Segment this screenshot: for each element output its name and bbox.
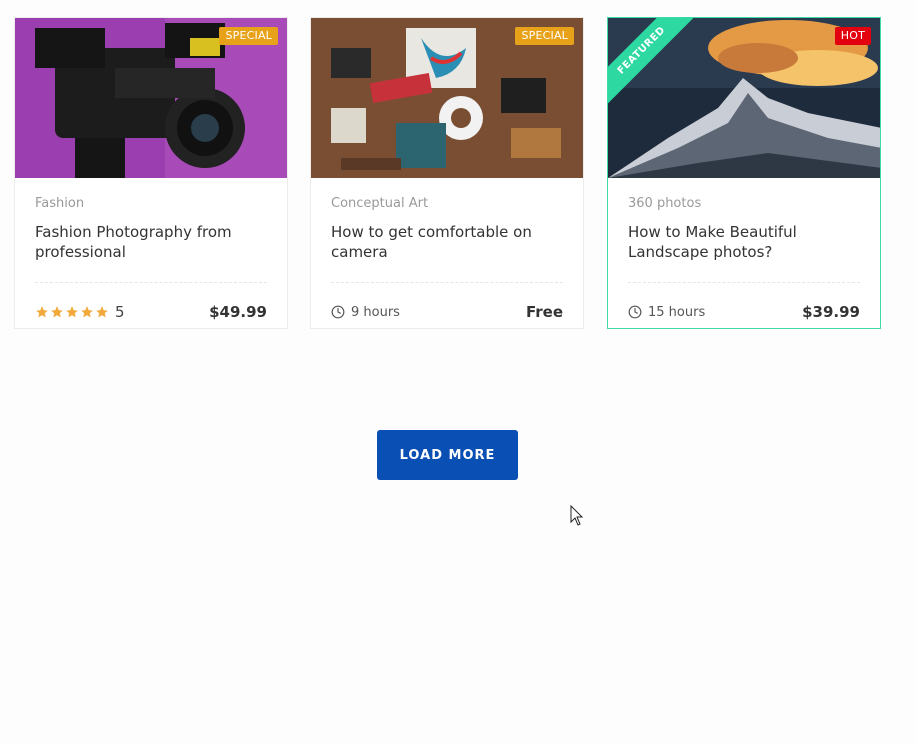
clock-icon (331, 305, 345, 319)
course-card-fashion[interactable]: SPECIAL Fashion Fashion Photography from… (14, 17, 288, 329)
hot-badge: HOT (834, 27, 871, 45)
duration-text: 9 hours (351, 304, 400, 320)
rating-value: 5 (115, 303, 125, 321)
course-thumbnail[interactable]: SPECIAL (15, 18, 287, 178)
star-icon (36, 306, 48, 318)
load-more-button[interactable]: LOAD MORE (377, 430, 518, 480)
course-title[interactable]: How to get comfortable on camera (331, 222, 563, 262)
course-card-conceptual-art[interactable]: SPECIAL Conceptual Art How to get comfor… (310, 17, 584, 329)
course-category[interactable]: 360 photos (628, 196, 860, 211)
course-thumbnail[interactable]: SPECIAL (311, 18, 583, 178)
course-price: Free (525, 303, 563, 321)
duration-text: 15 hours (648, 304, 706, 320)
special-badge: SPECIAL (219, 27, 278, 45)
course-title[interactable]: How to Make Beautiful Landscape photos? (628, 222, 860, 262)
star-icon (66, 306, 78, 318)
star-icon (51, 306, 63, 318)
course-duration: 15 hours (628, 305, 705, 320)
rating-stars: 5 (35, 303, 125, 321)
course-thumbnail[interactable]: FEATURED HOT (608, 18, 880, 178)
course-title[interactable]: Fashion Photography from professional (35, 222, 267, 262)
course-category[interactable]: Fashion (35, 196, 267, 211)
course-price: $39.99 (802, 303, 860, 321)
course-card-landscape[interactable]: FEATURED HOT 360 photos How to Make Beau… (607, 17, 881, 329)
star-icon (96, 306, 108, 318)
clock-icon (628, 305, 642, 319)
star-icon (81, 306, 93, 318)
special-badge: SPECIAL (515, 27, 574, 45)
course-category[interactable]: Conceptual Art (331, 196, 563, 211)
mouse-cursor-icon (570, 505, 584, 526)
course-price: $49.99 (209, 303, 267, 321)
course-duration: 9 hours (331, 305, 400, 320)
